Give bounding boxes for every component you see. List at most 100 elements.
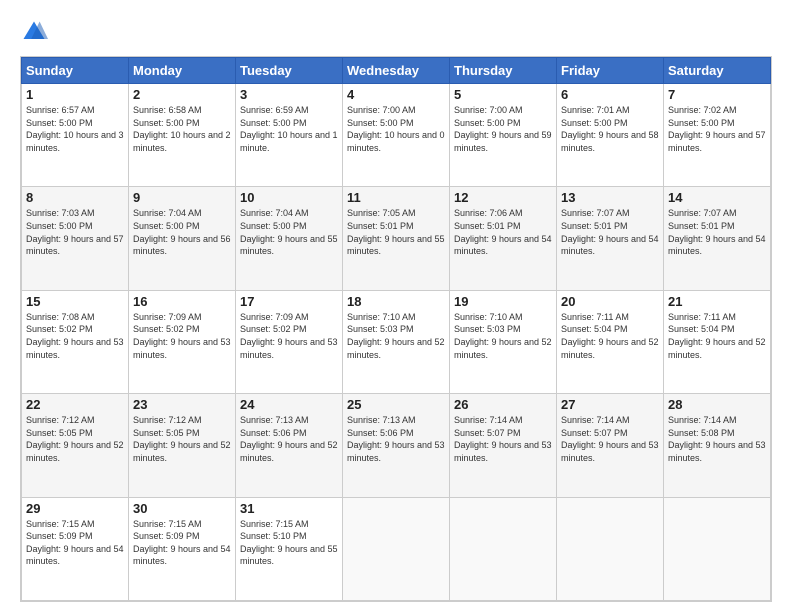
- day-info: Sunrise: 6:59 AMSunset: 5:00 PMDaylight:…: [240, 104, 338, 154]
- day-number: 17: [240, 294, 338, 309]
- header-wednesday: Wednesday: [343, 58, 450, 84]
- day-info: Sunrise: 6:58 AMSunset: 5:00 PMDaylight:…: [133, 104, 231, 154]
- day-number: 10: [240, 190, 338, 205]
- table-cell: 7 Sunrise: 7:02 AMSunset: 5:00 PMDaylight…: [664, 84, 771, 187]
- logo: [20, 18, 52, 46]
- day-info: Sunrise: 7:14 AMSunset: 5:08 PMDaylight:…: [668, 414, 766, 464]
- table-cell: 26 Sunrise: 7:14 AMSunset: 5:07 PMDayligh…: [450, 394, 557, 497]
- day-info: Sunrise: 7:14 AMSunset: 5:07 PMDaylight:…: [454, 414, 552, 464]
- day-info: Sunrise: 7:11 AMSunset: 5:04 PMDaylight:…: [668, 311, 766, 361]
- day-info: Sunrise: 6:57 AMSunset: 5:00 PMDaylight:…: [26, 104, 124, 154]
- day-number: 21: [668, 294, 766, 309]
- day-number: 3: [240, 87, 338, 102]
- day-info: Sunrise: 7:10 AMSunset: 5:03 PMDaylight:…: [347, 311, 445, 361]
- week-row-1: 1 Sunrise: 6:57 AMSunset: 5:00 PMDaylight…: [22, 84, 771, 187]
- table-cell: 24Sunrise: 7:13 AMSunset: 5:06 PMDayligh…: [236, 394, 343, 497]
- day-number: 31: [240, 501, 338, 516]
- table-cell: [450, 497, 557, 600]
- table-cell: 2 Sunrise: 6:58 AMSunset: 5:00 PMDaylight…: [129, 84, 236, 187]
- table-cell: 17 Sunrise: 7:09 AMSunset: 5:02 PMDayligh…: [236, 290, 343, 393]
- header-monday: Monday: [129, 58, 236, 84]
- week-row-2: 8Sunrise: 7:03 AMSunset: 5:00 PMDaylight…: [22, 187, 771, 290]
- day-number: 15: [26, 294, 124, 309]
- header-row: SundayMondayTuesdayWednesdayThursdayFrid…: [22, 58, 771, 84]
- day-number: 2: [133, 87, 231, 102]
- week-row-4: 22 Sunrise: 7:12 AMSunset: 5:05 PMDayligh…: [22, 394, 771, 497]
- table-cell: 18 Sunrise: 7:10 AMSunset: 5:03 PMDayligh…: [343, 290, 450, 393]
- table-cell: 9 Sunrise: 7:04 AMSunset: 5:00 PMDaylight…: [129, 187, 236, 290]
- table-cell: [664, 497, 771, 600]
- header-thursday: Thursday: [450, 58, 557, 84]
- table-cell: 21 Sunrise: 7:11 AMSunset: 5:04 PMDayligh…: [664, 290, 771, 393]
- table-cell: 11 Sunrise: 7:05 AMSunset: 5:01 PMDayligh…: [343, 187, 450, 290]
- table-cell: 16Sunrise: 7:09 AMSunset: 5:02 PMDayligh…: [129, 290, 236, 393]
- calendar-table: SundayMondayTuesdayWednesdayThursdayFrid…: [21, 57, 771, 601]
- day-info: Sunrise: 7:10 AMSunset: 5:03 PMDaylight:…: [454, 311, 552, 361]
- table-cell: 12 Sunrise: 7:06 AMSunset: 5:01 PMDayligh…: [450, 187, 557, 290]
- header-friday: Friday: [557, 58, 664, 84]
- day-info: Sunrise: 7:15 AMSunset: 5:09 PMDaylight:…: [133, 518, 231, 568]
- day-info: Sunrise: 7:05 AMSunset: 5:01 PMDaylight:…: [347, 207, 445, 257]
- table-cell: 22 Sunrise: 7:12 AMSunset: 5:05 PMDayligh…: [22, 394, 129, 497]
- day-info: Sunrise: 7:06 AMSunset: 5:01 PMDaylight:…: [454, 207, 552, 257]
- day-info: Sunrise: 7:04 AMSunset: 5:00 PMDaylight:…: [240, 207, 338, 257]
- calendar: SundayMondayTuesdayWednesdayThursdayFrid…: [20, 56, 772, 602]
- header-saturday: Saturday: [664, 58, 771, 84]
- day-info: Sunrise: 7:09 AMSunset: 5:02 PMDaylight:…: [240, 311, 338, 361]
- day-info: Sunrise: 7:02 AMSunset: 5:00 PMDaylight:…: [668, 104, 766, 154]
- day-number: 11: [347, 190, 445, 205]
- day-number: 12: [454, 190, 552, 205]
- table-cell: 15 Sunrise: 7:08 AMSunset: 5:02 PMDayligh…: [22, 290, 129, 393]
- logo-icon: [20, 18, 48, 46]
- week-row-3: 15 Sunrise: 7:08 AMSunset: 5:02 PMDayligh…: [22, 290, 771, 393]
- table-cell: [343, 497, 450, 600]
- table-cell: 10 Sunrise: 7:04 AMSunset: 5:00 PMDayligh…: [236, 187, 343, 290]
- day-info: Sunrise: 7:15 AMSunset: 5:10 PMDaylight:…: [240, 518, 338, 568]
- day-info: Sunrise: 7:12 AMSunset: 5:05 PMDaylight:…: [26, 414, 124, 464]
- day-info: Sunrise: 7:11 AMSunset: 5:04 PMDaylight:…: [561, 311, 659, 361]
- header-sunday: Sunday: [22, 58, 129, 84]
- day-info: Sunrise: 7:08 AMSunset: 5:02 PMDaylight:…: [26, 311, 124, 361]
- calendar-body: 1 Sunrise: 6:57 AMSunset: 5:00 PMDaylight…: [22, 84, 771, 601]
- day-info: Sunrise: 7:09 AMSunset: 5:02 PMDaylight:…: [133, 311, 231, 361]
- table-cell: 23 Sunrise: 7:12 AMSunset: 5:05 PMDayligh…: [129, 394, 236, 497]
- day-number: 29: [26, 501, 124, 516]
- table-cell: [557, 497, 664, 600]
- week-row-5: 29 Sunrise: 7:15 AMSunset: 5:09 PMDayligh…: [22, 497, 771, 600]
- table-cell: 6Sunrise: 7:01 AMSunset: 5:00 PMDaylight…: [557, 84, 664, 187]
- table-cell: 13Sunrise: 7:07 AMSunset: 5:01 PMDayligh…: [557, 187, 664, 290]
- day-info: Sunrise: 7:15 AMSunset: 5:09 PMDaylight:…: [26, 518, 124, 568]
- day-number: 26: [454, 397, 552, 412]
- day-info: Sunrise: 7:12 AMSunset: 5:05 PMDaylight:…: [133, 414, 231, 464]
- day-number: 9: [133, 190, 231, 205]
- table-cell: 25 Sunrise: 7:13 AMSunset: 5:06 PMDayligh…: [343, 394, 450, 497]
- day-info: Sunrise: 7:04 AMSunset: 5:00 PMDaylight:…: [133, 207, 231, 257]
- table-cell: 5Sunrise: 7:00 AMSunset: 5:00 PMDaylight…: [450, 84, 557, 187]
- day-number: 23: [133, 397, 231, 412]
- table-cell: 29 Sunrise: 7:15 AMSunset: 5:09 PMDayligh…: [22, 497, 129, 600]
- day-number: 22: [26, 397, 124, 412]
- table-cell: 27Sunrise: 7:14 AMSunset: 5:07 PMDayligh…: [557, 394, 664, 497]
- table-cell: 30Sunrise: 7:15 AMSunset: 5:09 PMDayligh…: [129, 497, 236, 600]
- page: SundayMondayTuesdayWednesdayThursdayFrid…: [0, 0, 792, 612]
- calendar-header: SundayMondayTuesdayWednesdayThursdayFrid…: [22, 58, 771, 84]
- day-number: 5: [454, 87, 552, 102]
- day-info: Sunrise: 7:13 AMSunset: 5:06 PMDaylight:…: [347, 414, 445, 464]
- table-cell: 4 Sunrise: 7:00 AMSunset: 5:00 PMDaylight…: [343, 84, 450, 187]
- table-cell: 19 Sunrise: 7:10 AMSunset: 5:03 PMDayligh…: [450, 290, 557, 393]
- day-number: 25: [347, 397, 445, 412]
- table-cell: 14Sunrise: 7:07 AMSunset: 5:01 PMDayligh…: [664, 187, 771, 290]
- header: [20, 18, 772, 46]
- day-info: Sunrise: 7:14 AMSunset: 5:07 PMDaylight:…: [561, 414, 659, 464]
- day-number: 19: [454, 294, 552, 309]
- day-info: Sunrise: 7:01 AMSunset: 5:00 PMDaylight:…: [561, 104, 659, 154]
- day-number: 8: [26, 190, 124, 205]
- day-number: 1: [26, 87, 124, 102]
- day-number: 7: [668, 87, 766, 102]
- day-number: 18: [347, 294, 445, 309]
- table-cell: 8Sunrise: 7:03 AMSunset: 5:00 PMDaylight…: [22, 187, 129, 290]
- day-info: Sunrise: 7:00 AMSunset: 5:00 PMDaylight:…: [347, 104, 445, 154]
- day-number: 14: [668, 190, 766, 205]
- table-cell: 1 Sunrise: 6:57 AMSunset: 5:00 PMDaylight…: [22, 84, 129, 187]
- day-number: 4: [347, 87, 445, 102]
